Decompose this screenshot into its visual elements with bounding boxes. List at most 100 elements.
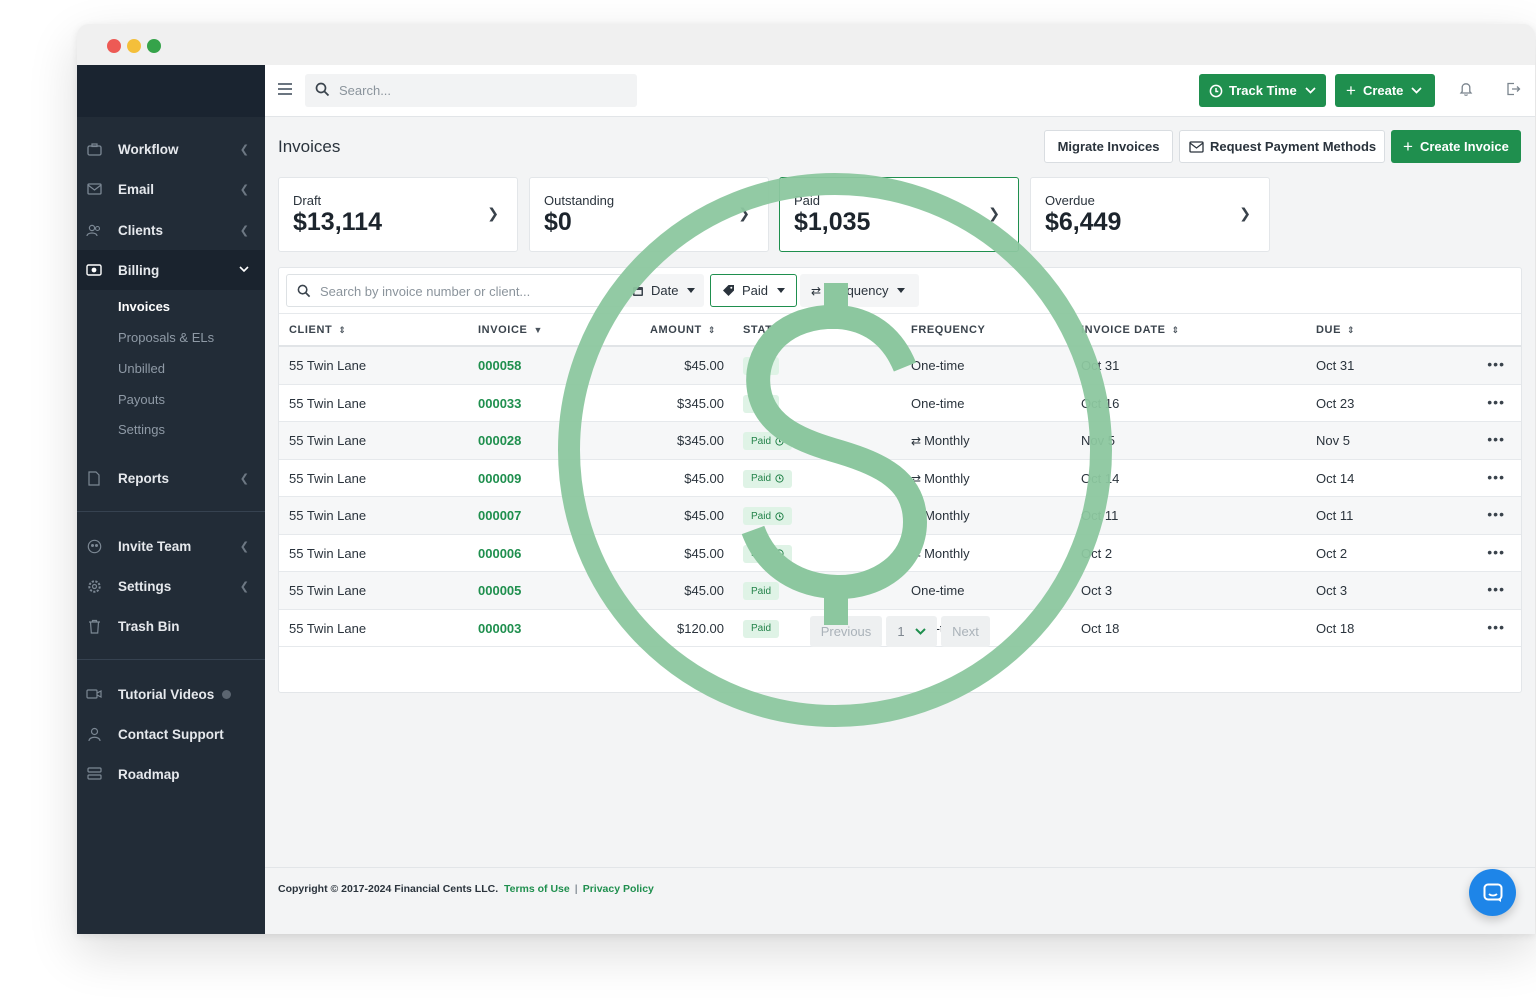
invoices-table-panel: Search by invoice number or client... Da… xyxy=(278,267,1522,693)
table-row[interactable]: 55 Twin Lane 000033 $345.00 Paid One-time Oct… xyxy=(279,385,1521,422)
hamburger-menu-icon[interactable] xyxy=(278,83,292,95)
chevron-left-icon: ❮ xyxy=(239,183,249,196)
privacy-policy-link[interactable]: Privacy Policy xyxy=(583,883,654,895)
sidebar-item-invite-team[interactable]: Invite Team ❮ xyxy=(77,526,265,566)
column-header-due[interactable]: DUE ⇕ xyxy=(1316,324,1355,336)
sidebar-item-clients[interactable]: Clients ❮ xyxy=(77,210,265,250)
status-text: Paid xyxy=(751,473,772,484)
chat-launcher-button[interactable] xyxy=(1469,869,1516,916)
close-window-button[interactable] xyxy=(107,39,121,53)
more-options-icon[interactable]: ••• xyxy=(1487,506,1505,522)
invoice-number-link[interactable]: 000058 xyxy=(478,358,521,373)
column-header-amount[interactable]: AMOUNT ⇕ xyxy=(650,324,716,336)
summary-card-paid[interactable]: Paid $1,035 ❯ xyxy=(779,177,1019,252)
client-cell[interactable]: 55 Twin Lane xyxy=(289,396,366,411)
sidebar-subitem-payouts[interactable]: Payouts xyxy=(118,392,165,407)
table-row[interactable]: 55 Twin Lane 000006 $45.00 Paid ⇄ Monthly Oct … xyxy=(279,535,1521,572)
sidebar-item-tutorial-videos[interactable]: Tutorial Videos xyxy=(77,674,265,714)
chevron-right-icon: ❯ xyxy=(988,205,1000,221)
bell-icon[interactable] xyxy=(1459,81,1473,102)
column-header-invoice[interactable]: INVOICE ▼ xyxy=(478,324,543,336)
more-options-icon[interactable]: ••• xyxy=(1487,544,1505,560)
sidebar-item-billing[interactable]: Billing xyxy=(77,250,265,290)
sidebar-subitem-invoices[interactable]: Invoices xyxy=(118,299,170,314)
caret-down-icon xyxy=(687,288,696,293)
logout-icon[interactable] xyxy=(1506,82,1521,101)
client-cell[interactable]: 55 Twin Lane xyxy=(289,471,366,486)
sidebar-subitem-proposals[interactable]: Proposals & ELs xyxy=(118,330,214,345)
global-search-input[interactable]: Search... xyxy=(305,74,637,107)
minimize-window-button[interactable] xyxy=(127,39,141,53)
create-button[interactable]: + Create xyxy=(1335,74,1435,107)
page-select[interactable]: 1 xyxy=(886,616,937,647)
next-page-button[interactable]: Next xyxy=(941,616,990,647)
frequency-filter-dropdown[interactable]: ⇄ Frequency xyxy=(800,274,919,307)
client-cell[interactable]: 55 Twin Lane xyxy=(289,621,366,636)
more-options-icon[interactable]: ••• xyxy=(1487,619,1505,635)
invoice-date-cell: Oct 11 xyxy=(1081,508,1119,523)
create-invoice-button[interactable]: + Create Invoice xyxy=(1391,130,1521,163)
invoice-number-link[interactable]: 000009 xyxy=(478,471,521,486)
invoice-search-input[interactable]: Search by invoice number or client... xyxy=(286,274,626,307)
summary-card-outstanding[interactable]: Outstanding $0 ❯ xyxy=(529,177,769,252)
column-header-status[interactable]: STATUS ⇕ xyxy=(743,324,803,336)
chevron-left-icon: ❮ xyxy=(239,224,249,237)
date-filter-dropdown[interactable]: Date xyxy=(620,274,704,307)
sidebar-subitem-unbilled[interactable]: Unbilled xyxy=(118,361,165,376)
client-cell[interactable]: 55 Twin Lane xyxy=(289,583,366,598)
table-row[interactable]: 55 Twin Lane 000007 $45.00 Paid ⇄ Monthly Oct … xyxy=(279,497,1521,535)
sidebar-item-reports[interactable]: Reports ❮ xyxy=(77,458,265,498)
client-cell[interactable]: 55 Twin Lane xyxy=(289,508,366,523)
repeat-icon: ⇄ xyxy=(911,471,922,486)
status-badge: Paid xyxy=(743,394,780,413)
migrate-invoices-button[interactable]: Migrate Invoices xyxy=(1044,130,1173,163)
invoice-number-link[interactable]: 000033 xyxy=(478,396,521,411)
repeat-icon: ⇄ xyxy=(911,434,922,448)
sidebar-subitem-settings[interactable]: Settings xyxy=(118,422,165,437)
sidebar-item-roadmap[interactable]: Roadmap xyxy=(77,754,265,794)
table-row[interactable]: 55 Twin Lane 000009 $45.00 Paid ⇄ Monthly Oct … xyxy=(279,460,1521,497)
client-cell[interactable]: 55 Twin Lane xyxy=(289,546,366,561)
more-options-icon[interactable]: ••• xyxy=(1487,469,1505,485)
column-header-client[interactable]: CLIENT ⇕ xyxy=(289,324,346,336)
card-value: $1,035 xyxy=(794,208,871,236)
status-text: Paid xyxy=(751,360,772,372)
sidebar-item-trash-bin[interactable]: Trash Bin xyxy=(77,606,265,646)
sidebar-item-contact-support[interactable]: Contact Support xyxy=(77,714,265,754)
invoice-number-link[interactable]: 000006 xyxy=(478,546,521,561)
client-cell[interactable]: 55 Twin Lane xyxy=(289,358,366,373)
invoice-number-link[interactable]: 000005 xyxy=(478,583,521,598)
sidebar-item-label: Billing xyxy=(118,262,160,278)
sidebar-item-label: Invite Team xyxy=(118,538,192,554)
client-cell[interactable]: 55 Twin Lane xyxy=(289,433,366,448)
previous-page-button[interactable]: Previous xyxy=(810,616,882,647)
maximize-window-button[interactable] xyxy=(147,39,161,53)
column-header-label: AMOUNT xyxy=(650,324,702,336)
invoice-number-link[interactable]: 000003 xyxy=(478,621,521,636)
summary-card-draft[interactable]: Draft $13,114 ❯ xyxy=(278,177,518,252)
table-row[interactable]: 55 Twin Lane 000005 $45.00 Paid One-time Oct … xyxy=(279,572,1521,610)
summary-card-overdue[interactable]: Overdue $6,449 ❯ xyxy=(1030,177,1270,252)
status-text: Paid xyxy=(751,623,772,634)
more-options-icon[interactable]: ••• xyxy=(1487,356,1505,372)
track-time-button[interactable]: Track Time xyxy=(1199,74,1326,107)
table-row[interactable]: 55 Twin Lane 000028 $345.00 Paid ⇄ Monthly Nov… xyxy=(279,422,1521,460)
terms-of-use-link[interactable]: Terms of Use xyxy=(504,883,570,895)
invoice-number-link[interactable]: 000007 xyxy=(478,508,521,523)
sidebar-item-settings[interactable]: Settings ❮ xyxy=(77,566,265,606)
status-filter-dropdown[interactable]: Paid xyxy=(710,274,797,307)
more-options-icon[interactable]: ••• xyxy=(1487,394,1505,410)
sidebar-item-workflow[interactable]: Workflow ❮ xyxy=(77,129,265,169)
more-options-icon[interactable]: ••• xyxy=(1487,431,1505,447)
table-row[interactable]: 55 Twin Lane 000058 $45.00 Paid One-time Oct … xyxy=(279,347,1521,385)
sidebar-item-email[interactable]: Email ❮ xyxy=(77,169,265,209)
footer-divider xyxy=(265,867,1535,868)
caret-down-icon xyxy=(777,288,786,293)
invoice-number-link[interactable]: 000028 xyxy=(478,433,521,448)
request-payment-methods-button[interactable]: Request Payment Methods xyxy=(1179,130,1385,163)
column-header-invoice-date[interactable]: INVOICE DATE ⇕ xyxy=(1081,324,1180,336)
sort-down-icon: ▼ xyxy=(533,325,543,335)
more-options-icon[interactable]: ••• xyxy=(1487,581,1505,597)
clock-icon xyxy=(775,436,784,446)
frequency-text: One-time xyxy=(911,583,965,598)
